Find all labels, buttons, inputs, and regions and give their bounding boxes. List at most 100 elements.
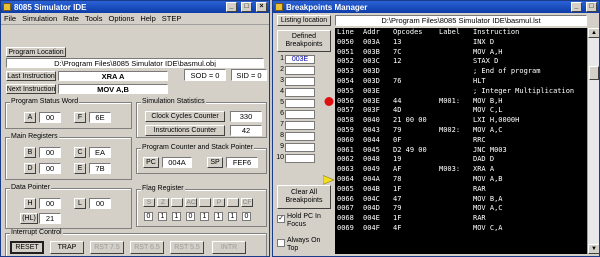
listing-row[interactable]: 0060 0044 0F RRC	[335, 136, 587, 146]
listing-row[interactable]: 0064 004A 78 MOV A,B	[335, 175, 587, 185]
listing-row[interactable]: 0069 004F 4F MOV C,A	[335, 224, 587, 234]
listing-row[interactable]: 0050 003A 13 INX D	[335, 38, 587, 48]
h-register-value: 00	[39, 198, 61, 209]
breakpoint-field[interactable]	[285, 121, 315, 130]
listing-cell-line: 0069	[337, 223, 354, 232]
listing-row[interactable]: 0057 003F 4D MOV C,L	[335, 106, 587, 116]
menu-rate[interactable]: Rate	[63, 14, 79, 23]
listing-cell-addr: 004D	[363, 204, 380, 213]
listing-cell-line: 0051	[337, 47, 354, 56]
breakpoint-field[interactable]	[285, 88, 315, 97]
listing-cell-op: 4F	[393, 223, 402, 232]
bp-number: 5	[280, 99, 284, 106]
flag-bit: 1	[200, 212, 209, 221]
listing-location-button[interactable]: Listing location	[277, 15, 331, 26]
flag-register-caption: Flag Register	[141, 185, 185, 192]
trap-button[interactable]: TRAP	[50, 241, 84, 254]
breakpoint-field[interactable]	[285, 154, 315, 163]
listing-row[interactable]: 0068 004E 1F RAR	[335, 214, 587, 224]
listing-row[interactable]: 0065 004B 1F RAR	[335, 185, 587, 195]
breakpoint-field[interactable]	[285, 66, 315, 75]
maximize-icon[interactable]: □	[586, 2, 597, 12]
f-register-value: 6E	[89, 112, 111, 123]
listing-cell-addr: 003D	[363, 67, 380, 76]
listing-row[interactable]: 0067 004D 79 MOV A,C	[335, 204, 587, 214]
listing-row[interactable]: 0054 003D 76 HLT	[335, 77, 587, 87]
listing-cell-ins: INX D	[473, 37, 495, 46]
flag-s-label: S	[143, 198, 155, 207]
listing-row[interactable]: 0059 0043 79 M002: MOV A,C	[335, 126, 587, 136]
scroll-down-icon[interactable]: ▼	[588, 244, 599, 254]
menu-options[interactable]: Options	[108, 14, 134, 23]
minimize-icon[interactable]: _	[571, 2, 582, 12]
always-on-top-checkbox[interactable]	[277, 239, 285, 247]
last-instruction-field: XRA A	[58, 71, 168, 81]
intr-button[interactable]: INTR	[212, 241, 246, 254]
listing-cell-label	[439, 204, 473, 214]
clock-cycles-label: Clock Cycles Counter	[145, 111, 225, 122]
scroll-thumb[interactable]	[589, 66, 599, 80]
listing-row[interactable]: 0055 003E ; Integer Multiplication	[335, 87, 587, 97]
listing-row[interactable]: 0051 003B 7C MOV A,H	[335, 48, 587, 58]
minimize-icon[interactable]: _	[226, 2, 237, 12]
listing-row[interactable]: 0058 0040 21 00 00 LXI H,0000H	[335, 116, 587, 126]
breakpoint-field[interactable]: 003E	[285, 55, 315, 64]
column-header-line: Line	[337, 28, 354, 36]
breakpoint-field[interactable]	[285, 77, 315, 86]
maximize-icon[interactable]: □	[241, 2, 252, 12]
flag-cf-label: CF	[241, 198, 253, 207]
listing-cell-line: 0063	[337, 165, 354, 174]
listing-cell-line: 0060	[337, 135, 354, 144]
menu-file[interactable]: File	[4, 14, 16, 23]
listing-cell-addr: 0040	[363, 116, 380, 125]
listing-cell-op: 76	[393, 76, 402, 85]
listing-view[interactable]: Line Addr Opcodes Label Instruction 0050…	[335, 28, 587, 254]
rst75-button[interactable]: RST 7.5	[90, 241, 124, 254]
listing-cell-label	[439, 57, 473, 67]
breakpoint-field[interactable]	[285, 110, 315, 119]
menu-help[interactable]: Help	[140, 14, 155, 23]
column-header-addr: Addr	[363, 28, 380, 36]
listing-cell-ins: MOV B,A	[473, 194, 503, 203]
scroll-up-icon[interactable]: ▲	[588, 28, 599, 38]
bp-number: 1	[280, 55, 284, 62]
listing-row[interactable]: 0066 004C 47 MOV B,A	[335, 195, 587, 205]
interrupt-control-group: Interrupt Control RESET TRAP RST 7.5 RST…	[5, 229, 267, 256]
breakpoint-field[interactable]	[285, 143, 315, 152]
listing-cell-addr: 004B	[363, 184, 380, 193]
flag-bit: 0	[242, 212, 251, 221]
listing-row[interactable]: 0052 003C 12 STAX D	[335, 57, 587, 67]
close-icon[interactable]: ×	[256, 2, 267, 12]
program-location-button[interactable]: Program Location	[6, 47, 66, 57]
listing-row[interactable]: 0062 0048 19 DAD D	[335, 155, 587, 165]
breakpoint-field[interactable]	[285, 99, 315, 108]
listing-scrollbar[interactable]: ▲ ▼	[587, 28, 599, 254]
listing-cell-op: 1F	[393, 214, 402, 223]
listing-cell-line: 0055	[337, 86, 354, 95]
flag-bit: 0	[186, 212, 195, 221]
listing-row[interactable]: 0061 0045 D2 49 00 JNC M003	[335, 146, 587, 156]
listing-row[interactable]: 0063 0049 AF M003: XRA A	[335, 165, 587, 175]
pc-sp-caption: Program Counter and Stack Pointer	[141, 144, 254, 151]
menu-tools[interactable]: Tools	[85, 14, 103, 23]
breakpoint-dot-icon	[324, 97, 334, 106]
breakpoint-field[interactable]	[285, 132, 315, 141]
listing-row[interactable]: 0053 003D ; End of program	[335, 67, 587, 77]
sod-field: SOD = 0	[184, 69, 226, 81]
reset-button[interactable]: RESET	[10, 241, 44, 254]
rst55-button[interactable]: RST 5.5	[170, 241, 204, 254]
listing-cell-label	[439, 185, 473, 195]
listing-row[interactable]: 0056 003E 44 M001: MOV B,H	[335, 97, 587, 107]
column-header-opcodes: Opcodes	[393, 28, 423, 36]
menu-simulation[interactable]: Simulation	[22, 14, 57, 23]
listing-cell-addr: 003F	[363, 106, 380, 115]
listing-cell-op: 44	[393, 96, 402, 105]
rst65-button[interactable]: RST 6.5	[130, 241, 164, 254]
simulator-title: 8085 Simulator IDE	[14, 2, 87, 12]
listing-cell-addr: 003A	[363, 37, 380, 46]
menu-step[interactable]: STEP	[162, 14, 182, 23]
program-path-field: D:\Program Files\8085 Simulator IDE\basm…	[6, 58, 264, 68]
listing-cell-op: 19	[393, 155, 402, 164]
hold-pc-checkbox[interactable]: ✓	[277, 215, 285, 223]
listing-cell-line: 0056	[337, 96, 354, 105]
